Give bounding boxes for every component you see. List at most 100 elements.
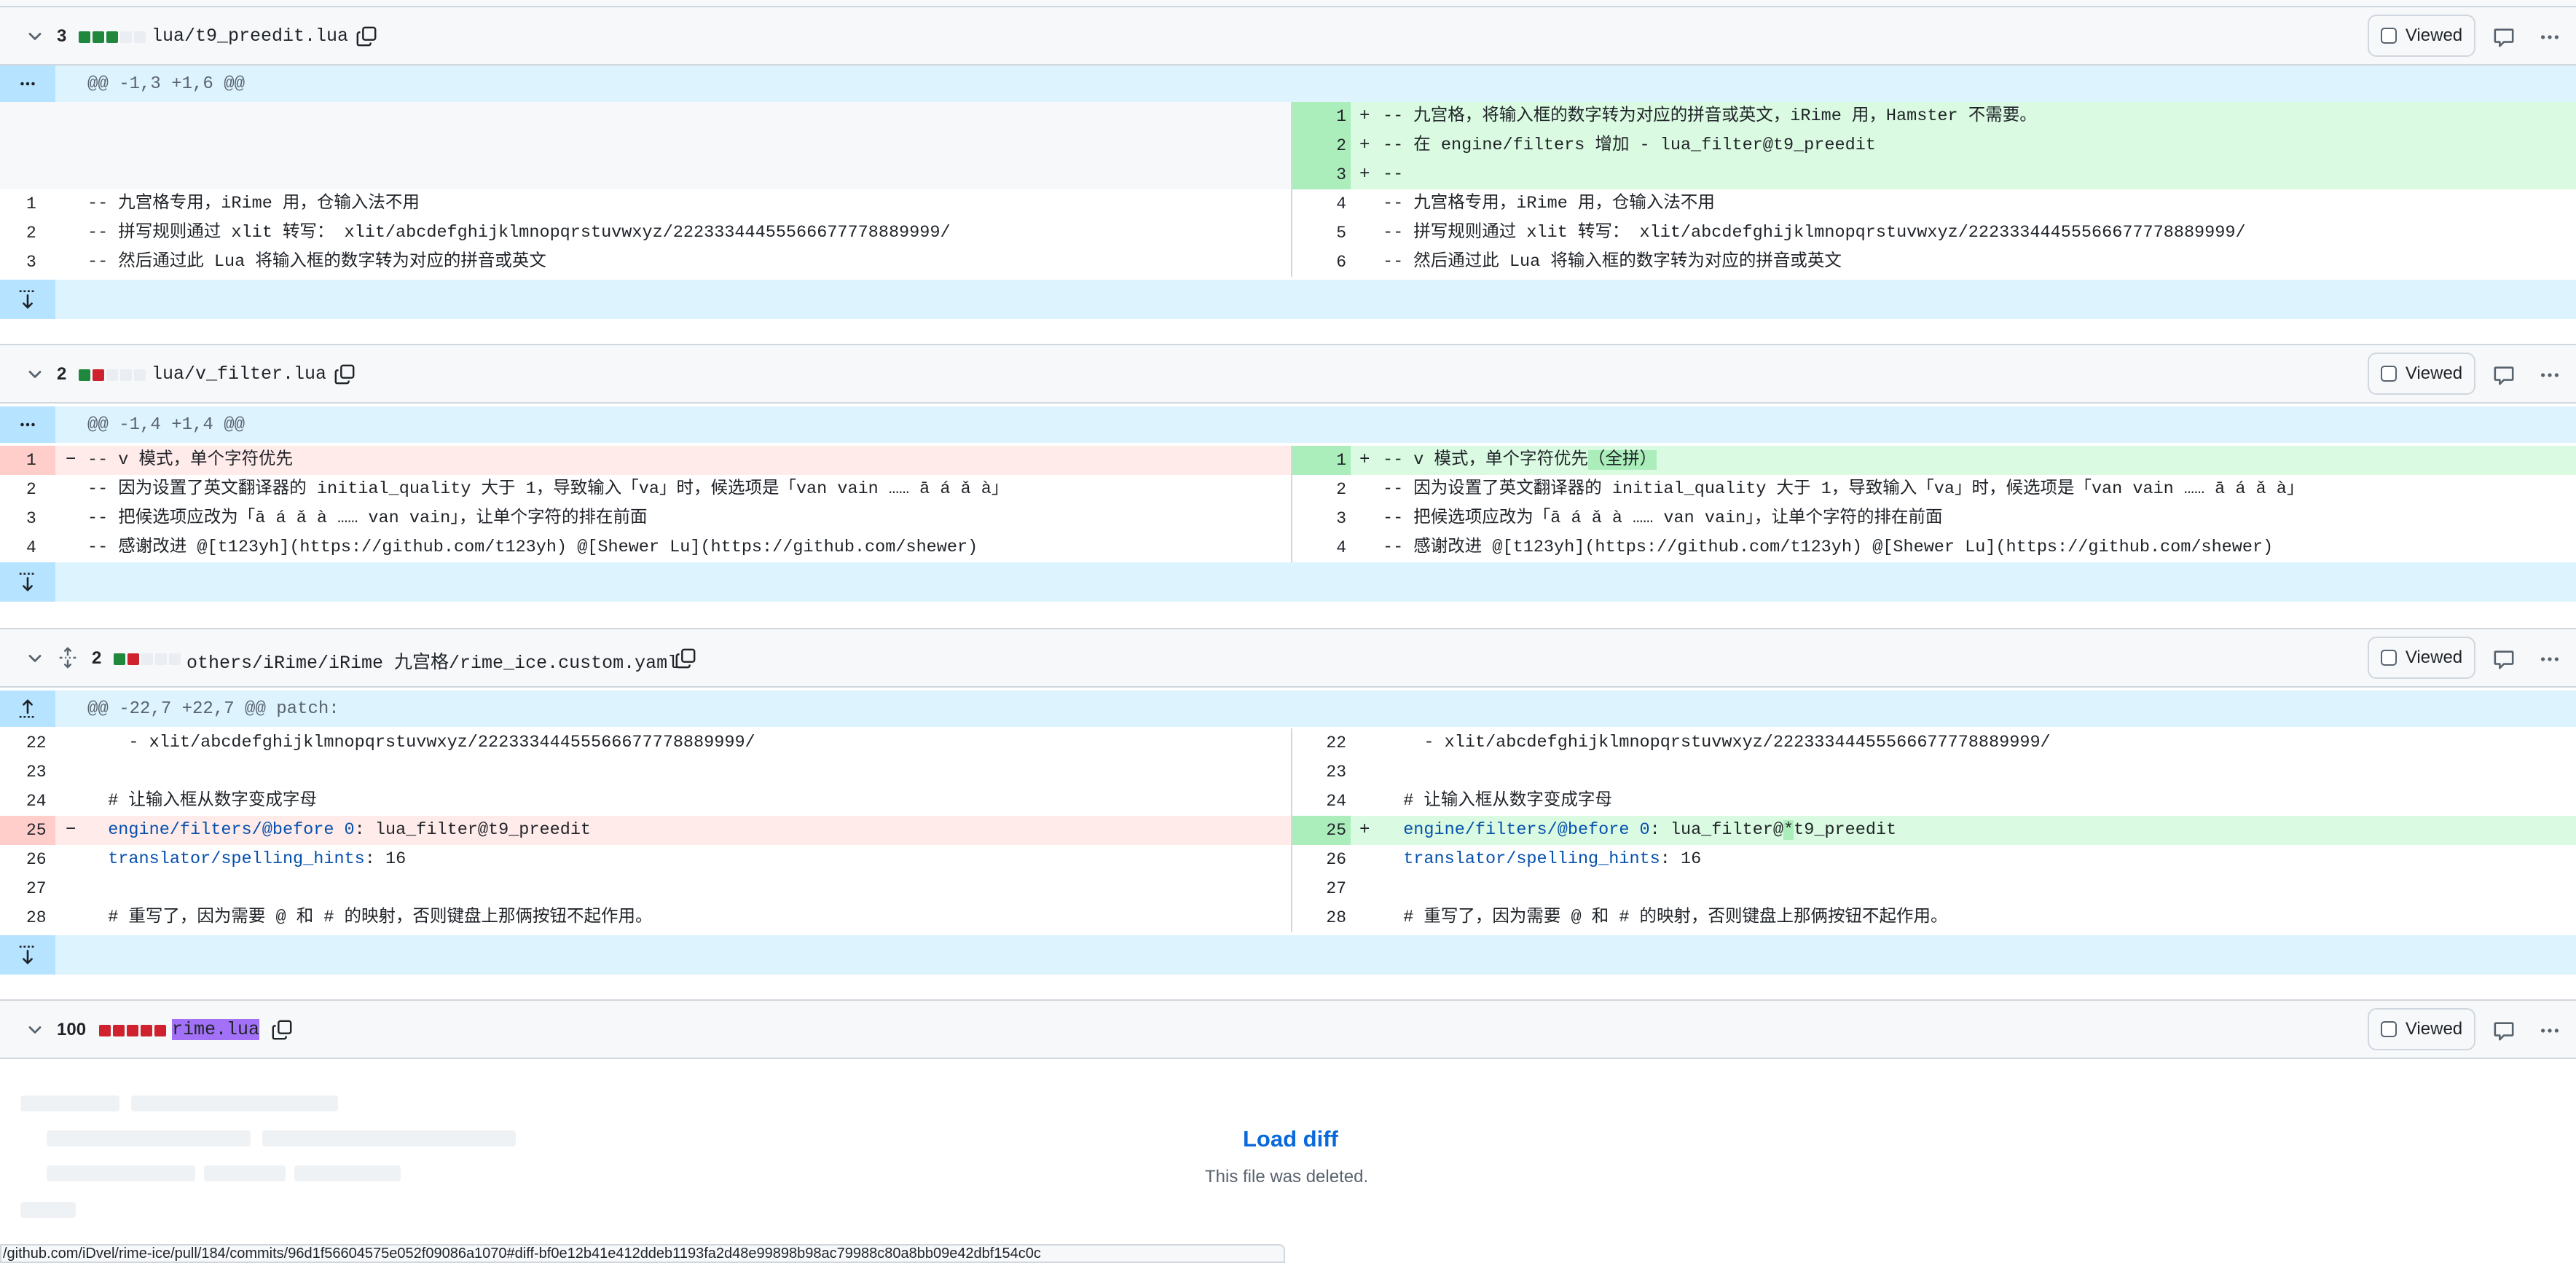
code-text: -- 感谢改进 @[t123yh](https://github.com/t12… [1383, 538, 2274, 557]
line-number[interactable]: 3 [0, 504, 55, 533]
viewed-toggle[interactable]: Viewed [2368, 15, 2475, 57]
copy-icon[interactable] [271, 1018, 293, 1042]
expand-all-icon[interactable] [57, 647, 79, 669]
line-number[interactable]: 23 [1292, 758, 1351, 787]
viewed-toggle[interactable]: Viewed [2368, 637, 2475, 679]
chevron-down-icon[interactable] [25, 26, 45, 47]
kebab-horizontal-icon[interactable] [2538, 364, 2561, 386]
diffstat-block [127, 1025, 138, 1036]
line-number[interactable]: 23 [0, 758, 55, 787]
diffstat-block [93, 31, 104, 43]
code-line: - xlit/abcdefghijklmnopqrstuvwxyz/222333… [1383, 728, 2050, 758]
code-line: # 重写了，因为需要 @ 和 # 的映射，否则键盘上那俩按钮不起作用。 [1383, 903, 1947, 932]
file-name[interactable]: lua/v_filter.lua [152, 363, 326, 385]
fold-down-icon[interactable] [0, 935, 55, 975]
viewed-checkbox[interactable] [2380, 28, 2397, 44]
file-name[interactable]: lua/t9_preedit.lua [152, 25, 348, 47]
chevron-down-icon[interactable] [25, 1020, 45, 1040]
line-number[interactable]: 27 [0, 874, 55, 903]
hunk-range: @@ -22,7 +22,7 @@ patch: [87, 699, 339, 719]
copy-icon[interactable] [334, 363, 356, 386]
fold-up-icon[interactable] [0, 690, 55, 727]
kebab-horizontal-icon[interactable] [2538, 26, 2561, 48]
kebab-horizontal-icon[interactable] [2538, 648, 2561, 670]
copy-icon[interactable] [356, 25, 377, 48]
addition-marker: + [1359, 135, 1370, 155]
diff-row: 24 # 让输入框从数字变成字母 24 # 让输入框从数字变成字母 [0, 787, 2576, 816]
line-number[interactable]: 28 [1292, 903, 1351, 932]
diff-row: 4 -- 感谢改进 @[t123yh](https://github.com/t1… [0, 533, 2576, 562]
line-number[interactable]: 25 [0, 816, 55, 845]
fold-down-icon[interactable] [0, 562, 55, 602]
line-number[interactable]: 5 [1292, 219, 1351, 248]
line-number[interactable]: 25 [1292, 816, 1351, 845]
comment-icon[interactable] [2493, 1020, 2515, 1042]
diffstat-bars [79, 31, 146, 43]
left-line: 2 -- 因为设置了英文翻译器的 initial_quality 大于 1，导致输… [0, 475, 1291, 504]
comment-icon[interactable] [2493, 648, 2515, 670]
viewed-checkbox[interactable] [2380, 1021, 2397, 1037]
line-number[interactable]: 26 [1292, 845, 1351, 874]
line-number[interactable]: 22 [0, 728, 55, 758]
copy-icon[interactable] [675, 647, 696, 670]
viewed-label: Viewed [2405, 363, 2463, 383]
file-name[interactable]: others/iRime/iRime 九宫格/rime_ice.custom.y… [186, 648, 678, 674]
line-number[interactable]: 6 [1292, 248, 1351, 277]
line-number[interactable]: 24 [0, 787, 55, 816]
diff-row: 1− -- v 模式，单个字符优先 1 + -- v 模式，单个字符优先（全拼） [0, 446, 2576, 475]
chevron-down-icon[interactable] [25, 364, 45, 385]
diffstat-block [79, 369, 90, 381]
line-number[interactable]: 1 [1292, 446, 1351, 475]
yaml-key: translator/spelling_hints [1383, 849, 1660, 869]
line-number[interactable]: 28 [0, 903, 55, 932]
line-number[interactable]: 26 [0, 845, 55, 874]
yaml-value: : 16 [1660, 849, 1702, 869]
load-diff-button[interactable]: Load diff [1243, 1126, 1338, 1152]
line-number[interactable]: 27 [1292, 874, 1351, 903]
comment-icon[interactable] [2493, 364, 2515, 386]
file-name[interactable]: rime.lua [172, 1019, 260, 1040]
chevron-down-icon[interactable] [25, 648, 45, 669]
line-number[interactable]: 2 [1292, 475, 1351, 504]
kebab-horizontal-icon[interactable] [2538, 1020, 2561, 1042]
line-number[interactable]: 24 [1292, 787, 1351, 816]
fold-down-icon[interactable] [0, 280, 55, 319]
line-number[interactable]: 4 [0, 533, 55, 562]
viewed-checkbox[interactable] [2380, 650, 2397, 666]
line-number[interactable]: 3 [0, 248, 55, 277]
line-number[interactable]: 22 [1292, 728, 1351, 758]
unfold-icon[interactable] [0, 66, 55, 102]
left-line: 28 # 重写了，因为需要 @ 和 # 的映射，否则键盘上那俩按钮不起作用。 [0, 903, 1291, 932]
hunk-header: @@ -22,7 +22,7 @@ patch: [0, 690, 2576, 727]
line-number[interactable]: 3 [1292, 504, 1351, 533]
line-number[interactable]: 2 [0, 219, 55, 248]
left-line: 24 # 让输入框从数字变成字母 [0, 787, 1291, 816]
line-number[interactable]: 1 [0, 189, 55, 219]
diffstat-bars [79, 369, 146, 381]
code-line: - xlit/abcdefghijklmnopqrstuvwxyz/222333… [87, 728, 755, 758]
viewed-toggle[interactable]: Viewed [2368, 353, 2475, 395]
line-number[interactable]: 2 [1292, 131, 1351, 160]
code-text: -- 九宫格专用，iRime 用，仓输入法不用 [1383, 194, 1715, 213]
line-number[interactable]: 3 [1292, 160, 1351, 189]
skeleton-line [262, 1130, 516, 1146]
comment-icon[interactable] [2493, 26, 2515, 48]
diffstat-block [127, 653, 139, 665]
left-line: 23 [0, 758, 1291, 787]
line-number[interactable]: 1 [1292, 102, 1351, 131]
skeleton-line [204, 1165, 286, 1181]
line-number[interactable]: 4 [1292, 189, 1351, 219]
line-number[interactable]: 2 [0, 475, 55, 504]
diffstat-block [93, 369, 104, 381]
right-line: 6 -- 然后通过此 Lua 将输入框的数字转为对应的拼音或英文 [1291, 248, 2576, 277]
line-number[interactable]: 1 [0, 446, 55, 475]
code-text: -- [1383, 165, 1404, 184]
unfold-icon[interactable] [0, 406, 55, 443]
left-line [0, 102, 1291, 131]
viewed-checkbox[interactable] [2380, 366, 2397, 382]
viewed-label: Viewed [2405, 1019, 2463, 1039]
viewed-toggle[interactable]: Viewed [2368, 1008, 2475, 1050]
code-text: -- 感谢改进 @[t123yh](https://github.com/t12… [87, 538, 978, 557]
left-line: 22 - xlit/abcdefghijklmnopqrstuvwxyz/222… [0, 728, 1291, 758]
line-number[interactable]: 4 [1292, 533, 1351, 562]
